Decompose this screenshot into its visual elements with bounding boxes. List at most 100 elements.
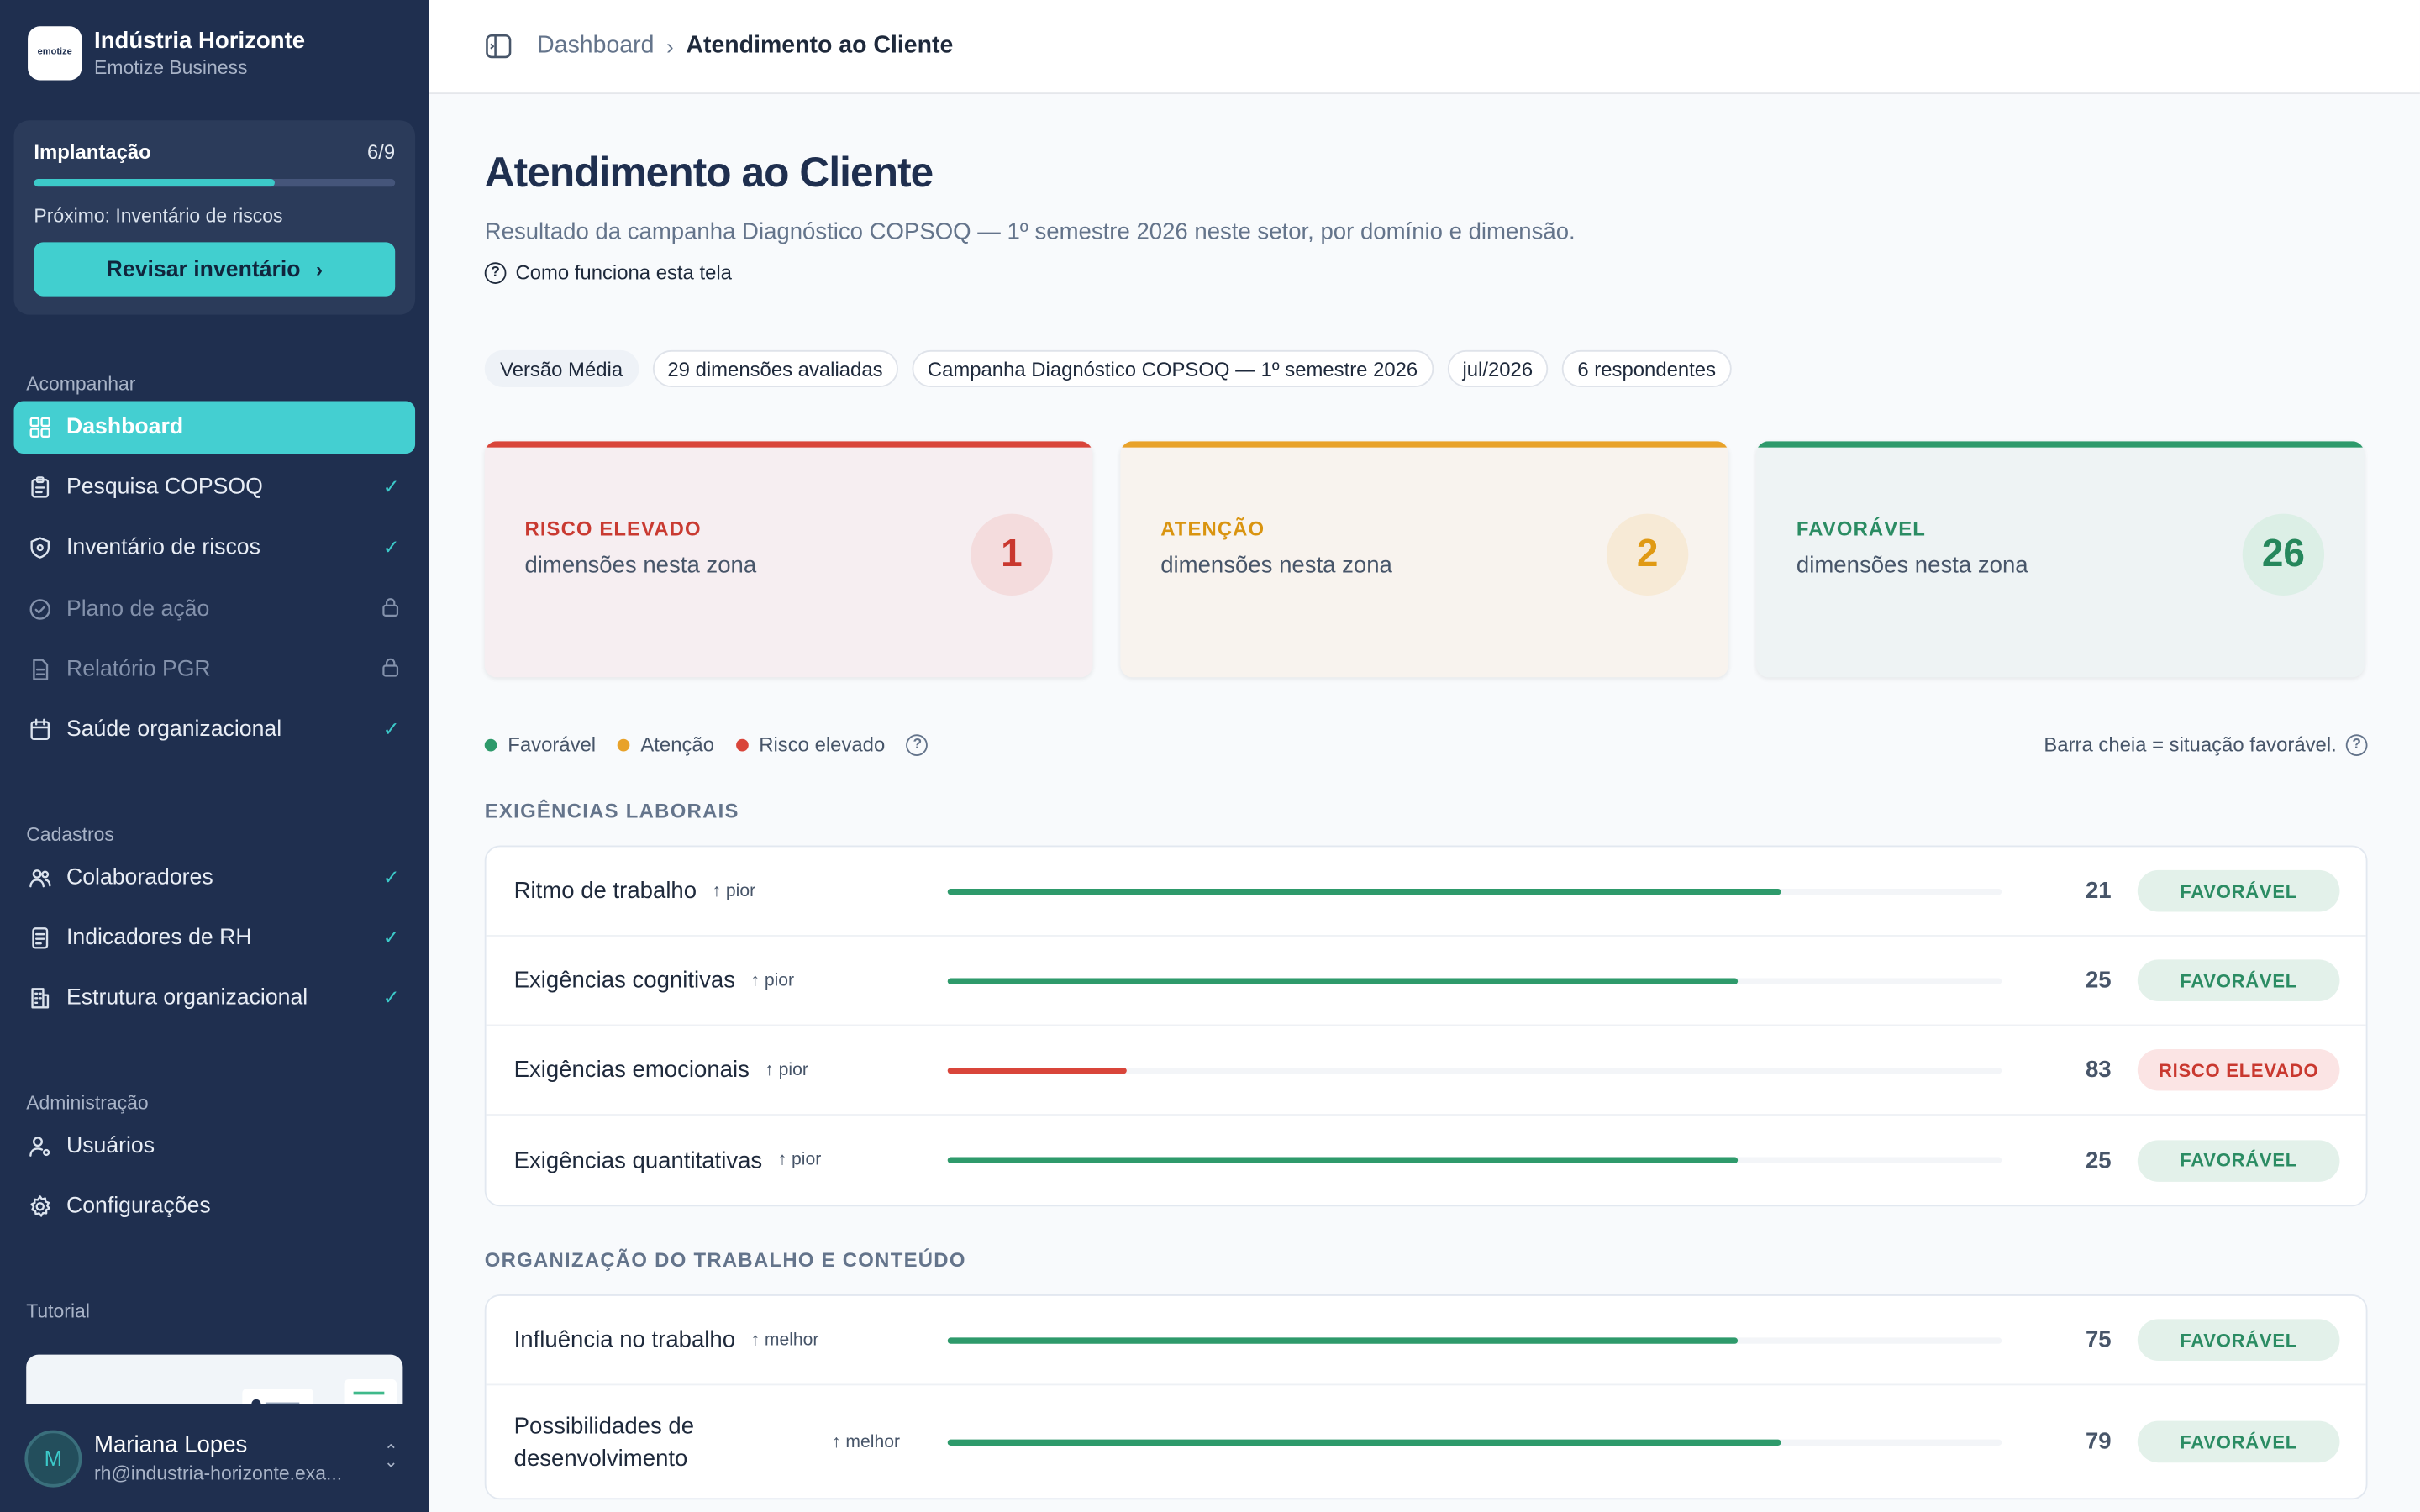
zone-cards: RISCO ELEVADO dimensões nesta zona 1 ATE… bbox=[484, 441, 2368, 678]
revisar-inventario-button[interactable]: Revisar inventário › bbox=[34, 242, 396, 297]
card-atencao[interactable]: ATENÇÃO dimensões nesta zona 2 bbox=[1120, 441, 1729, 678]
org-switcher[interactable]: emotize Indústria Horizonte Emotize Busi… bbox=[0, 0, 429, 105]
score-bar bbox=[947, 1067, 2002, 1074]
user-email: rh@industria-horizonte.exa... bbox=[94, 1462, 343, 1484]
filter-chip[interactable]: 6 respondentes bbox=[1562, 349, 1732, 388]
table-row[interactable]: Possibilidades de desenvolvimento ↑ melho… bbox=[487, 1385, 2366, 1498]
card-desc: dimensões nesta zona bbox=[1796, 552, 2028, 579]
help-circle-icon[interactable]: ? bbox=[2345, 733, 2368, 756]
check-icon: ✓ bbox=[382, 536, 400, 559]
filter-chip[interactable]: Versão Média bbox=[484, 349, 639, 388]
chevron-right-icon: › bbox=[315, 257, 323, 281]
sidebar-item-label: Configurações bbox=[66, 1194, 211, 1220]
howto-label: Como funciona esta tela bbox=[515, 260, 732, 284]
implantacao-count: 6/9 bbox=[366, 140, 396, 164]
card-count: 26 bbox=[2242, 513, 2325, 596]
sidebar-item-acompanhar-1[interactable]: Pesquisa COPSOQ ✓ bbox=[14, 462, 416, 514]
filter-chip[interactable]: 29 dimensões avaliadas bbox=[652, 349, 898, 388]
dimension-cell: Exigências cognitivas ↑ pior bbox=[514, 964, 794, 997]
table-row[interactable]: Ritmo de trabalho ↑ pior 21 FAVORÁVEL bbox=[486, 847, 2366, 937]
filter-chip[interactable]: Campanha Diagnóstico COPSOQ — 1º semestr… bbox=[912, 349, 1434, 388]
howto-link[interactable]: ? Como funciona esta tela bbox=[484, 260, 2368, 284]
status-badge: FAVORÁVEL bbox=[2137, 959, 2340, 1002]
help-circle-icon: ? bbox=[484, 261, 507, 284]
score-bar-fill bbox=[947, 977, 1739, 984]
org-logo: emotize bbox=[28, 25, 82, 80]
dimension-cell: Exigências quantitativas ↑ pior bbox=[514, 1144, 822, 1177]
topbar: Dashboard › Atendimento ao Cliente bbox=[429, 0, 2420, 95]
breadcrumb-separator: › bbox=[666, 34, 674, 59]
card-label: ATENÇÃO bbox=[1160, 517, 1265, 540]
dimension-name: Exigências emocionais bbox=[513, 1057, 750, 1084]
score-bar-fill bbox=[947, 1157, 1739, 1163]
sidebar-item-label: Dashboard bbox=[66, 415, 184, 440]
card-risco-elevado[interactable]: RISCO ELEVADO dimensões nesta zona 1 bbox=[484, 441, 1093, 678]
table-row[interactable]: Exigências quantitativas ↑ pior 25 FAVORÁVE… bbox=[487, 1116, 2366, 1205]
page-title: Atendimento ao Cliente bbox=[484, 150, 934, 197]
sidebar-toggle-icon[interactable] bbox=[485, 33, 513, 60]
legend-item: Favorável bbox=[484, 732, 597, 756]
shield-icon bbox=[28, 536, 52, 560]
sidebar-item-label: Pesquisa COPSOQ bbox=[66, 475, 263, 501]
implantacao-label: Implantação bbox=[34, 140, 151, 164]
bar-note-text: Barra cheia = situação favorável. bbox=[2044, 732, 2337, 756]
breadcrumb-dashboard[interactable]: Dashboard bbox=[537, 33, 654, 60]
legend-dot bbox=[617, 738, 630, 751]
score-value: 25 bbox=[2085, 1147, 2112, 1173]
user-menu[interactable]: M Mariana Lopes rh@industria-horizonte.e… bbox=[0, 1404, 429, 1512]
trend-indicator: ↑ melhor bbox=[831, 1432, 900, 1452]
sidebar-item-label: Usuários bbox=[66, 1133, 155, 1159]
status-badge: FAVORÁVEL bbox=[2137, 1420, 2340, 1463]
sidebar-item-administracao-0[interactable]: Usuários bbox=[14, 1120, 416, 1172]
bar-note: Barra cheia = situação favorável. ? bbox=[2044, 732, 2368, 756]
sidebar-item-acompanhar-2[interactable]: Inventário de riscos ✓ bbox=[14, 522, 416, 575]
check-icon: ✓ bbox=[382, 475, 400, 499]
sidebar-item-cadastros-2[interactable]: Estrutura organizacional ✓ bbox=[14, 973, 416, 1025]
document-icon bbox=[28, 926, 52, 950]
sidebar-item-label: Estrutura organizacional bbox=[66, 986, 308, 1011]
score-bar-fill bbox=[947, 888, 1781, 895]
sidebar-item-acompanhar-0[interactable]: Dashboard bbox=[13, 401, 416, 454]
implantacao-card: Implantação 6/9 Próximo: Inventário de r… bbox=[13, 120, 416, 315]
sidebar-item-cadastros-0[interactable]: Colaboradores ✓ bbox=[14, 852, 416, 904]
trend-indicator: ↑ pior bbox=[765, 1060, 808, 1079]
table-row[interactable]: Exigências emocionais ↑ pior 83 RISCO ELEVA… bbox=[486, 1026, 2366, 1116]
table-row[interactable]: Exigências cognitivas ↑ pior 25 FAVORÁVEL bbox=[486, 937, 2366, 1026]
sidebar-item-acompanhar-4[interactable]: Relatório PGR bbox=[14, 643, 416, 696]
implantacao-next: Próximo: Inventário de riscos bbox=[34, 205, 283, 227]
breadcrumb-current: Atendimento ao Cliente bbox=[686, 32, 954, 59]
card-desc: dimensões nesta zona bbox=[524, 552, 757, 579]
legend-item: Atenção bbox=[617, 732, 714, 756]
section-title: ORGANIZAÇÃO DO TRABALHO E CONTEÚDO bbox=[484, 1247, 966, 1272]
file-icon bbox=[28, 657, 52, 681]
score-value: 79 bbox=[2085, 1428, 2112, 1456]
sidebar-item-label: Relatório PGR bbox=[66, 657, 211, 682]
page-subtitle: Resultado da campanha Diagnóstico COPSOQ… bbox=[484, 218, 1576, 246]
sidebar-item-cadastros-1[interactable]: Indicadores de RH ✓ bbox=[14, 912, 416, 964]
table-row[interactable]: Influência no trabalho ↑ melhor 75 FAVORÁVE… bbox=[486, 1296, 2366, 1386]
legend-row: Favorável Atenção Risco elevado? Barra che… bbox=[484, 732, 2368, 756]
status-badge: FAVORÁVEL bbox=[2137, 1139, 2340, 1181]
avatar: M bbox=[24, 1429, 82, 1487]
legend: Favorável Atenção Risco elevado? bbox=[484, 732, 938, 756]
legend-dot bbox=[735, 738, 749, 751]
filter-chip[interactable]: jul/2026 bbox=[1447, 349, 1549, 388]
score-bar bbox=[947, 888, 2002, 895]
score-bar bbox=[947, 1336, 2002, 1343]
card-favoravel[interactable]: FAVORÁVEL dimensões nesta zona 26 bbox=[1756, 441, 2365, 678]
card-label: RISCO ELEVADO bbox=[524, 517, 702, 540]
score-bar-fill bbox=[947, 1336, 1739, 1343]
sidebar-item-acompanhar-5[interactable]: Saúde organizacional ✓ bbox=[14, 704, 416, 756]
score-value: 75 bbox=[2085, 1326, 2112, 1353]
score-value: 25 bbox=[2085, 967, 2112, 994]
help-circle-icon[interactable]: ? bbox=[906, 733, 929, 756]
org-subtitle: Emotize Business bbox=[94, 56, 248, 78]
legend-label: Favorável bbox=[508, 732, 597, 756]
sidebar-item-administracao-1[interactable]: Configurações bbox=[14, 1180, 416, 1232]
status-badge: FAVORÁVEL bbox=[2137, 1319, 2340, 1361]
score-bar bbox=[947, 1157, 2002, 1163]
content: Atendimento ao Cliente Resultado da camp… bbox=[484, 94, 2368, 1500]
sidebar-item-acompanhar-3[interactable]: Plano de ação bbox=[14, 583, 416, 635]
lock-icon bbox=[381, 657, 400, 681]
dimension-name: Exigências quantitativas bbox=[513, 1147, 763, 1173]
